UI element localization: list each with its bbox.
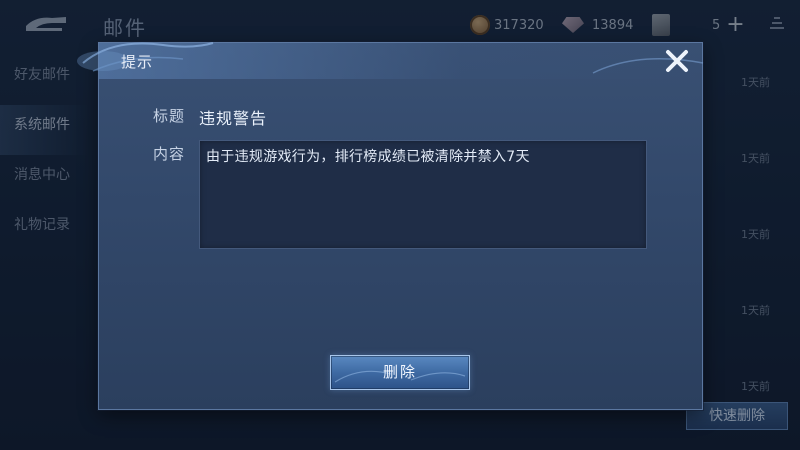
close-icon[interactable] [662,46,692,76]
content-box: 由于违规游戏行为，排行榜成绩已被清除并禁入7天 [199,140,647,249]
content-label: 内容 [153,145,186,163]
delete-button-label: 删除 [382,363,417,381]
subject-value: 违规警告 [199,109,268,128]
dialog-title: 提示 [121,53,154,71]
content-text: 由于违规游戏行为，排行榜成绩已被清除并禁入7天 [206,149,530,165]
delete-button[interactable]: 删除 [330,355,470,390]
notice-dialog: 提示 标题 违规警告 内容 由于违规游戏行为，排行榜成绩已被清除并禁入7天 删除 [77,42,704,410]
subject-label: 标题 [153,107,186,125]
